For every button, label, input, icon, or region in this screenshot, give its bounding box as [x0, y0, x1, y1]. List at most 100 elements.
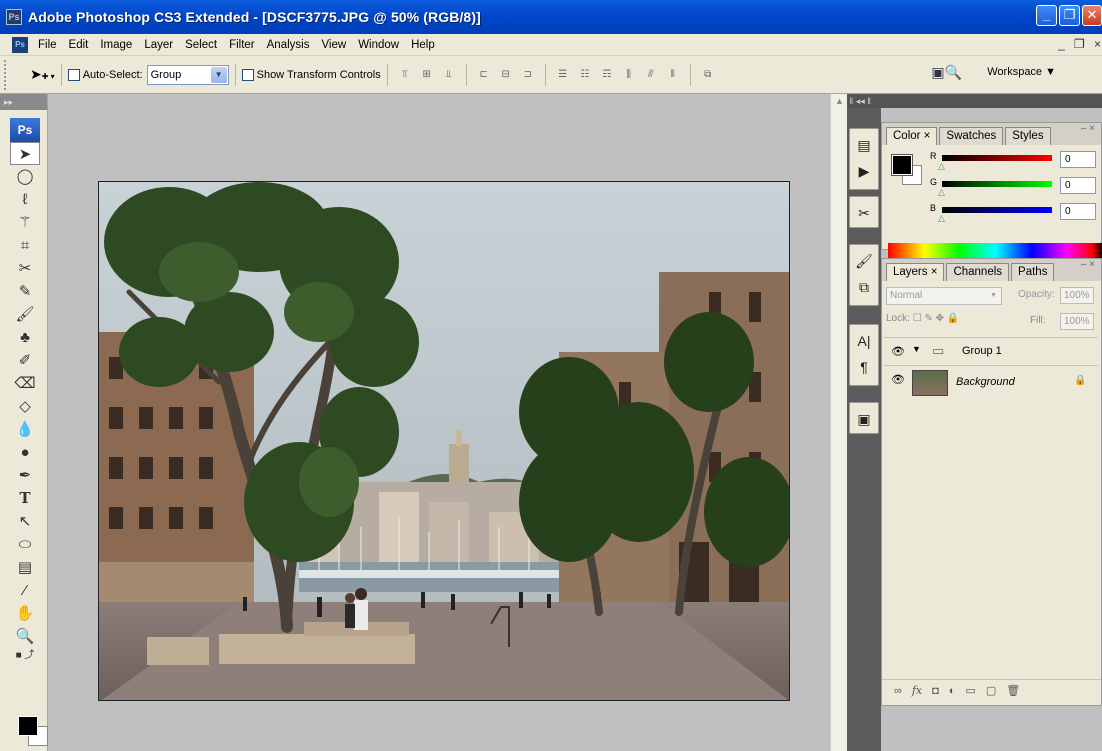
menu-edit[interactable]: Edit	[63, 39, 95, 51]
green-value-field[interactable]: 0	[1060, 177, 1096, 194]
red-value-field[interactable]: 0	[1060, 151, 1096, 168]
color-spectrum-bar[interactable]	[888, 243, 1102, 259]
align-vcenter-icon[interactable]: ⊞	[418, 67, 436, 83]
crop-tool-icon[interactable]: ⌗	[10, 234, 40, 257]
distribute-right-icon[interactable]: ⫴	[664, 67, 682, 83]
lock-transparent-icon[interactable]: ☐	[913, 313, 922, 324]
align-top-icon[interactable]: ⫪	[396, 67, 414, 83]
layer-mask-icon[interactable]: ◘	[932, 685, 939, 697]
clone-stamp-tool-icon[interactable]: ♣	[10, 326, 40, 349]
red-slider-thumb[interactable]: △	[938, 161, 945, 172]
eyedropper-tool-icon[interactable]: ⁄	[10, 579, 40, 602]
adjustment-layer-icon[interactable]: ◐	[949, 685, 956, 697]
align-hcenter-icon[interactable]: ⊟	[497, 67, 515, 83]
path-selection-tool-icon[interactable]: ↖	[10, 510, 40, 533]
blue-slider-thumb[interactable]: △	[938, 213, 945, 224]
auto-select-dropdown[interactable]: Group ▼	[146, 64, 229, 85]
move-tool-icon[interactable]: ➤	[10, 142, 40, 165]
menu-window[interactable]: Window	[352, 39, 405, 51]
layer-style-icon[interactable]: fx	[912, 684, 922, 697]
auto-align-layers-icon[interactable]: ⧉	[699, 67, 717, 83]
ps-logo[interactable]: Ps	[10, 118, 40, 142]
paint-bucket-tool-icon[interactable]: ◇	[10, 395, 40, 418]
eraser-tool-icon[interactable]: ⌫	[10, 372, 40, 395]
tab-paths[interactable]: Paths	[1011, 263, 1055, 281]
bridge-icon[interactable]: ▣🔍	[931, 64, 962, 81]
layer-name[interactable]: Group 1	[962, 345, 1002, 357]
trash-icon[interactable]: 🗑	[1006, 684, 1020, 697]
opacity-field[interactable]: 100%	[1060, 287, 1094, 304]
slice-tool-icon[interactable]: ✂	[10, 257, 40, 280]
tab-styles[interactable]: Styles	[1005, 127, 1051, 145]
menu-view[interactable]: View	[315, 39, 352, 51]
healing-brush-tool-icon[interactable]: ✎	[10, 280, 40, 303]
pen-tool-icon[interactable]: ✒	[10, 464, 40, 487]
marquee-tool-icon[interactable]: ◯	[10, 165, 40, 188]
minimize-button[interactable]: _	[1036, 5, 1057, 26]
dodge-tool-icon[interactable]: ●	[10, 441, 40, 464]
move-tool-preset-icon[interactable]: ➤✚ ▾	[30, 66, 55, 83]
menu-select[interactable]: Select	[179, 39, 223, 51]
close-button[interactable]: ✕	[1082, 5, 1102, 26]
new-group-icon[interactable]: ▭	[965, 684, 975, 697]
layer-row[interactable]: 👁 ▼ ▭ Group 1	[884, 337, 1098, 365]
tool-presets-panel-icon[interactable]: ✂	[853, 201, 875, 223]
document-image[interactable]	[98, 181, 790, 701]
menu-file[interactable]: File	[32, 39, 63, 51]
menu-help[interactable]: Help	[405, 39, 441, 51]
menu-image[interactable]: Image	[94, 39, 138, 51]
toolbox-grip[interactable]: ▸▸	[0, 94, 47, 110]
color-fg-swatch[interactable]	[891, 154, 913, 176]
menu-filter[interactable]: Filter	[223, 39, 261, 51]
notes-tool-icon[interactable]: ▤	[10, 556, 40, 579]
tab-swatches[interactable]: Swatches	[939, 127, 1004, 145]
visibility-eye-icon[interactable]: 👁	[890, 372, 906, 388]
brushes-panel-icon[interactable]: 🖌	[853, 249, 875, 271]
fill-field[interactable]: 100%	[1060, 313, 1094, 330]
panel-dock-grip[interactable]: ‖ ◂◂ ‖	[847, 94, 1102, 108]
clone-source-panel-icon[interactable]: ⧉	[853, 275, 875, 297]
actions-panel-icon[interactable]: ▶	[853, 159, 875, 181]
blend-mode-dropdown[interactable]: Normal ▼	[886, 287, 1002, 305]
shape-tool-icon[interactable]: ⬭	[10, 533, 40, 556]
layer-name[interactable]: Background	[956, 376, 1015, 388]
workspace-menu[interactable]: Workspace ▼	[987, 66, 1056, 78]
maximize-button[interactable]: ❐	[1059, 5, 1080, 26]
visibility-eye-icon[interactable]: 👁	[890, 344, 906, 360]
tab-layers[interactable]: Layers ×	[886, 263, 945, 281]
history-panel-icon[interactable]: ▤	[853, 133, 875, 155]
foreground-color-swatch[interactable]	[18, 716, 38, 736]
align-left-icon[interactable]: ⊏	[475, 67, 493, 83]
lock-position-icon[interactable]: ✥	[936, 313, 944, 324]
red-slider[interactable]	[942, 155, 1052, 161]
distribute-vcenter-icon[interactable]: ☷	[576, 67, 594, 83]
align-right-icon[interactable]: ⊐	[519, 67, 537, 83]
vertical-scrollbar[interactable]: ▲	[830, 94, 847, 751]
show-transform-checkbox[interactable]	[241, 68, 254, 81]
blur-tool-icon[interactable]: 💧	[10, 418, 40, 441]
new-layer-icon[interactable]: ▢	[986, 684, 996, 697]
panel-menu-icon[interactable]: – ×	[1081, 123, 1095, 134]
lock-all-icon[interactable]: 🔒	[947, 313, 959, 324]
scroll-up-arrow-icon[interactable]: ▲	[832, 96, 847, 111]
align-bottom-icon[interactable]: ⫫	[440, 67, 458, 83]
distribute-hcenter-icon[interactable]: ⫻	[642, 67, 660, 83]
green-slider[interactable]	[942, 181, 1052, 187]
auto-select-checkbox[interactable]	[67, 68, 80, 81]
zoom-tool-icon[interactable]: 🔍	[10, 625, 40, 648]
blue-value-field[interactable]: 0	[1060, 203, 1096, 220]
distribute-left-icon[interactable]: ⫼	[620, 67, 638, 83]
distribute-bottom-icon[interactable]: ☶	[598, 67, 616, 83]
swap-colors-icon[interactable]: ■ ⤴	[10, 648, 40, 664]
link-layers-icon[interactable]: ∞	[894, 685, 902, 697]
menu-layer[interactable]: Layer	[138, 39, 179, 51]
tab-channels[interactable]: Channels	[946, 263, 1010, 281]
paragraph-panel-icon[interactable]: ¶	[853, 355, 875, 377]
chevron-down-icon[interactable]: ▼	[210, 66, 227, 83]
options-grip[interactable]	[4, 59, 10, 90]
lasso-tool-icon[interactable]: ℓ	[10, 188, 40, 211]
history-brush-tool-icon[interactable]: ✐	[10, 349, 40, 372]
panel-menu-icon[interactable]: – ×	[1081, 259, 1095, 270]
expand-triangle-icon[interactable]: ▼	[912, 344, 921, 354]
type-tool-icon[interactable]: T	[10, 487, 40, 510]
